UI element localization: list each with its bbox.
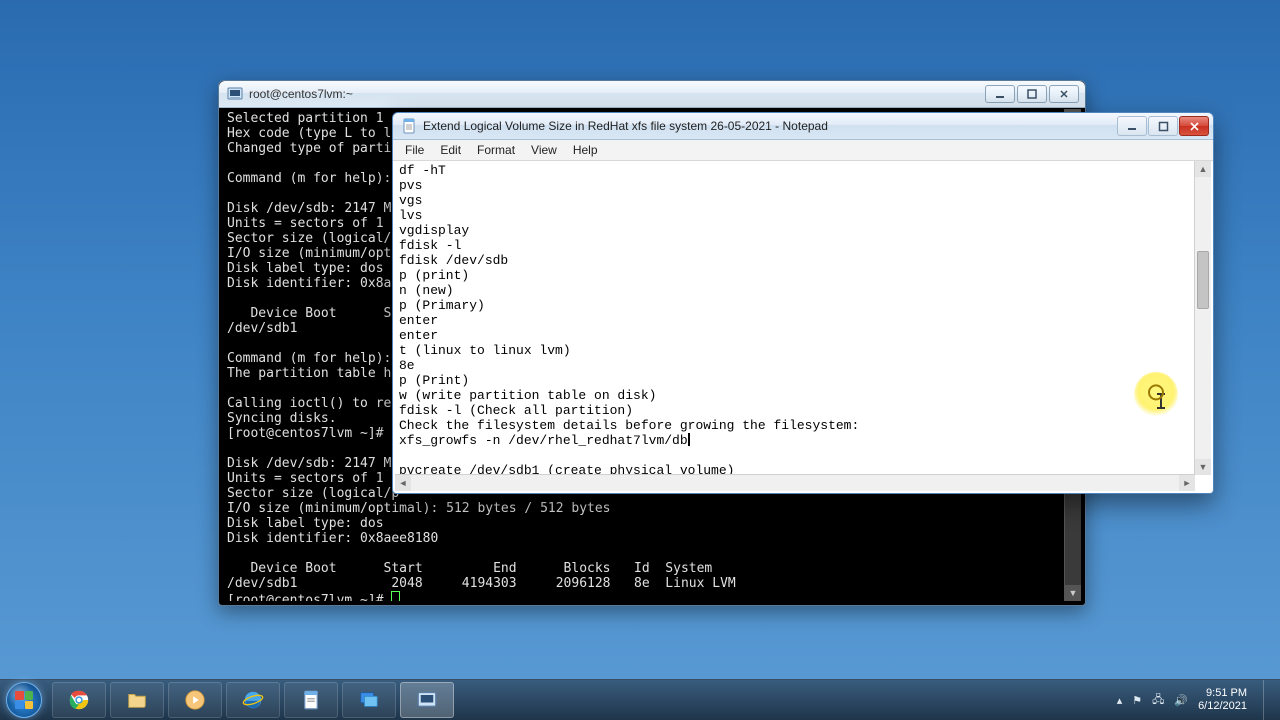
menu-help[interactable]: Help: [565, 141, 606, 159]
taskbar-pinned-items: [48, 680, 458, 720]
putty-maximize-button[interactable]: [1017, 85, 1047, 103]
notepad-vertical-scrollbar[interactable]: ▲ ▼: [1194, 161, 1211, 475]
scroll-up-arrow[interactable]: ▲: [1195, 161, 1211, 177]
tray-volume-icon[interactable]: 🔊: [1174, 694, 1188, 707]
scroll-thumb[interactable]: [1197, 251, 1209, 309]
taskbar: ▴ ⚑ 🖧 🔊 9:51 PM 6/12/2021: [0, 679, 1280, 720]
taskbar-item-putty[interactable]: [400, 682, 454, 718]
notepad-icon: [401, 118, 417, 134]
notepad-close-button[interactable]: [1179, 116, 1209, 136]
menu-view[interactable]: View: [523, 141, 565, 159]
vmware-icon: [358, 689, 380, 711]
taskbar-item-explorer[interactable]: [110, 682, 164, 718]
notepad-horizontal-scrollbar[interactable]: ◄ ►: [395, 474, 1195, 491]
tray-flag-icon[interactable]: ⚑: [1132, 694, 1142, 707]
notepad-text-area[interactable]: df -hT pvs vgs lvs vgdisplay fdisk -l fd…: [395, 161, 1211, 491]
clock-date: 6/12/2021: [1198, 700, 1247, 713]
taskbar-item-vmware[interactable]: [342, 682, 396, 718]
tray-network-icon[interactable]: 🖧: [1152, 691, 1164, 710]
taskbar-item-notepad[interactable]: [284, 682, 338, 718]
play-icon: [184, 689, 206, 711]
notepad-titlebar[interactable]: Extend Logical Volume Size in RedHat xfs…: [393, 113, 1213, 140]
ie-icon: [242, 689, 264, 711]
notepad-window: Extend Logical Volume Size in RedHat xfs…: [392, 112, 1214, 494]
notepad-title-text: Extend Logical Volume Size in RedHat xfs…: [423, 119, 828, 133]
putty-title-text: root@centos7lvm:~: [249, 87, 353, 101]
notepad-maximize-button[interactable]: [1148, 116, 1178, 136]
taskbar-item-media-player[interactable]: [168, 682, 222, 718]
putty-icon: [417, 690, 437, 710]
putty-close-button[interactable]: [1049, 85, 1079, 103]
notepad-minimize-button[interactable]: [1117, 116, 1147, 136]
putty-window-controls: [985, 85, 1079, 103]
system-tray: ▴ ⚑ 🖧 🔊 9:51 PM 6/12/2021: [1103, 680, 1280, 720]
notepad-menubar: File Edit Format View Help: [393, 140, 1213, 161]
chrome-icon: [68, 689, 90, 711]
scroll-down-arrow[interactable]: ▼: [1195, 459, 1211, 475]
scroll-down-arrow[interactable]: ▼: [1065, 585, 1081, 601]
tray-chevron-icon[interactable]: ▴: [1117, 694, 1123, 707]
folder-icon: [126, 689, 148, 711]
putty-titlebar[interactable]: root@centos7lvm:~: [219, 81, 1085, 108]
menu-edit[interactable]: Edit: [432, 141, 469, 159]
menu-file[interactable]: File: [397, 141, 432, 159]
putty-icon: [227, 86, 243, 102]
clock-time: 9:51 PM: [1198, 687, 1247, 700]
taskbar-item-chrome[interactable]: [52, 682, 106, 718]
taskbar-item-ie[interactable]: [226, 682, 280, 718]
scroll-right-arrow[interactable]: ►: [1179, 475, 1195, 491]
scroll-left-arrow[interactable]: ◄: [395, 475, 411, 491]
taskbar-clock[interactable]: 9:51 PM 6/12/2021: [1198, 687, 1247, 713]
menu-format[interactable]: Format: [469, 141, 523, 159]
show-desktop-button[interactable]: [1263, 680, 1274, 720]
notepad-icon: [301, 690, 321, 710]
putty-minimize-button[interactable]: [985, 85, 1015, 103]
scroll-track[interactable]: [411, 475, 1179, 491]
start-button[interactable]: [0, 680, 48, 720]
